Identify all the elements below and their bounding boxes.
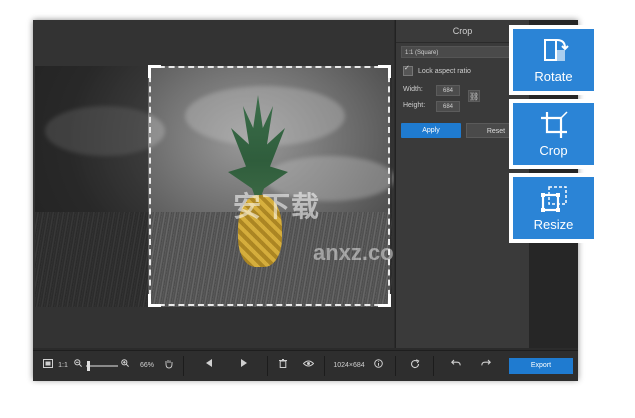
lock-aspect-checkbox[interactable] [403,64,413,76]
width-label: Width: [403,86,423,93]
fit-screen-icon[interactable] [42,359,54,373]
next-image-icon[interactable] [238,359,250,373]
preview-eye-icon[interactable] [301,359,315,373]
info-icon[interactable] [373,359,383,373]
apply-button[interactable]: Apply [401,123,461,138]
delete-icon[interactable] [277,359,289,373]
width-field[interactable]: 684 [436,85,460,96]
aspect-preset-select[interactable]: 1:1 (Square) [401,46,523,58]
actual-size-button[interactable]: 1:1 [57,359,69,373]
lock-aspect-label: Lock aspect ratio [418,67,471,75]
zoom-level: 66% [139,362,154,369]
crop-handle-top-left[interactable] [148,65,161,78]
undo-icon[interactable] [450,359,462,373]
tool-label-resize: Resize [533,217,574,232]
zoom-in-icon[interactable] [120,359,130,373]
zoom-out-icon[interactable] [73,359,83,373]
refresh-icon[interactable] [409,359,421,373]
editor-window: 安下载 anxz.com Crop 1:1 (Square) Lock aspe… [33,20,578,381]
crop-handle-bottom-left[interactable] [148,294,161,307]
tool-card-rotate[interactable]: Rotate [509,25,598,95]
zoom-slider-track[interactable] [86,365,118,367]
height-label: Height: [403,102,426,109]
bottom-toolbar: 1:1 66% 1024×684 Export [33,350,578,381]
link-icon[interactable]: ⛓ [468,90,480,102]
tool-label-crop: Crop [539,143,568,158]
resize-icon [540,186,567,212]
crop-mask-left [35,66,148,307]
tool-card-crop[interactable]: Crop [509,99,598,169]
image-dimensions: 1024×684 [333,362,365,369]
image-canvas[interactable]: 安下载 anxz.com [33,20,394,348]
lock-aspect-row[interactable]: Lock aspect ratio [403,64,471,76]
crop-icon [540,111,568,138]
watermark-url: anxz.com [313,240,394,265]
export-button[interactable]: Export [509,358,573,374]
zoom-slider-handle[interactable] [87,361,91,371]
watermark-text: 安下载 [233,191,321,222]
tool-label-rotate: Rotate [534,69,573,84]
height-field[interactable]: 684 [436,101,460,112]
crop-handle-top-right[interactable] [378,65,391,78]
hand-tool-icon[interactable] [164,359,174,373]
crop-mask-right [390,66,392,307]
rotate-icon [543,39,569,61]
redo-icon[interactable] [480,359,492,373]
tool-card-resize[interactable]: Resize [509,173,598,243]
previous-image-icon[interactable] [203,359,215,373]
crop-handle-bottom-right[interactable] [378,294,391,307]
